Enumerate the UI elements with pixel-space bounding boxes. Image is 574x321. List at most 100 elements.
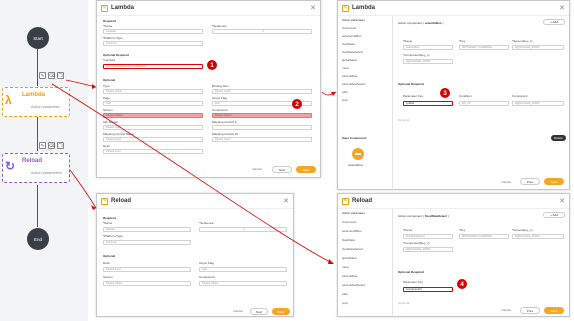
- section-optional: Optional: [103, 78, 116, 82]
- sidebar-item[interactable]: paramMetaSelect: [338, 80, 392, 88]
- reload-node[interactable]: ↻ Reload Action parameters: [2, 153, 70, 183]
- next-button[interactable]: Next: [250, 308, 268, 315]
- sidebar-item[interactable]: fixedDataSelect: [338, 245, 392, 254]
- page-select[interactable]: Null: [103, 101, 203, 106]
- folder-icon[interactable]: ▬: [352, 148, 364, 160]
- name-input[interactable]: selectIdbox: [403, 45, 453, 50]
- component-select[interactable]: Please Select: [212, 113, 312, 118]
- async-select[interactable]: Null: [199, 267, 287, 272]
- component-select[interactable]: Please Select: [199, 281, 287, 286]
- sidebar-item[interactable]: selectionIdBox: [338, 32, 392, 40]
- col-name: *Name: [403, 228, 413, 232]
- prev-button[interactable]: Prev: [520, 307, 540, 314]
- col-name: *Name: [403, 39, 413, 43]
- sidebar-item[interactable]: path: [338, 88, 392, 96]
- add-button[interactable]: + Add: [543, 212, 565, 218]
- sidebar-item[interactable]: fixedData: [338, 40, 392, 48]
- type-select[interactable]: Please select: [103, 89, 203, 94]
- dialog-title: Lambda: [111, 5, 135, 11]
- name-field[interactable]: Reload: [103, 227, 191, 232]
- desc-input[interactable]: Please input: [103, 149, 203, 154]
- component-key-input[interactable]: aQjSchedule_20003: [403, 59, 453, 64]
- cancel-button[interactable]: Cancel: [496, 307, 516, 314]
- tab-screen-input[interactable]: Please Input: [103, 125, 203, 130]
- component-input[interactable]: aQjSchedule_20003: [512, 101, 564, 106]
- save-button[interactable]: Save: [544, 307, 564, 314]
- name-field[interactable]: Lambda: [103, 29, 203, 34]
- screen-input[interactable]: aQjSchedule_20003: [512, 45, 564, 50]
- reload-dialog: ✎ Reload ✕ Required *Name Reload *Sequen…: [96, 193, 294, 317]
- copy-icon[interactable]: ❐: [57, 72, 64, 79]
- param-key-input[interactable]: componentId: [403, 287, 453, 292]
- platform-select[interactable]: Common: [103, 41, 203, 46]
- sidebar-item[interactable]: selectionIdBox: [338, 227, 392, 236]
- sidebar-item[interactable]: paramMeta: [338, 272, 392, 281]
- sidebar-item[interactable]: fixedData: [338, 236, 392, 245]
- key-input[interactable]: 0f6f74a4a1f7-1cad8b66a: [459, 234, 509, 239]
- end-node[interactable]: End: [27, 228, 49, 250]
- save-button[interactable]: Save: [544, 178, 564, 185]
- sidebar-item[interactable]: paramMetaSelect: [338, 281, 392, 290]
- cancel-button[interactable]: Cancel: [247, 166, 267, 173]
- sequence-field[interactable]: 2: [199, 227, 287, 232]
- sidebar-item[interactable]: fixedDataSelect: [338, 48, 392, 56]
- dialog-header: ✎ Reload ✕: [97, 194, 293, 209]
- save-button[interactable]: Save: [272, 308, 290, 315]
- name-input[interactable]: fixedDataSelect: [403, 234, 453, 239]
- mapping-id-input[interactable]: Please Input: [212, 137, 312, 142]
- screen-select[interactable]: Please Select: [103, 113, 203, 118]
- mapping-control-label: Mapping Control #: [212, 120, 237, 124]
- copy-icon[interactable]: ❐: [57, 142, 64, 149]
- sidebar-item[interactable]: customList: [338, 24, 392, 32]
- node-toolbar: ✎ ⌫ ❐: [39, 142, 64, 149]
- saved-component-label: selectIdbox: [348, 163, 364, 167]
- component-header: Action component ( selectIdBox ): [398, 21, 444, 25]
- close-icon[interactable]: ✕: [559, 4, 565, 12]
- save-button[interactable]: Save: [296, 166, 316, 173]
- add-button[interactable]: + Add: [543, 19, 565, 25]
- component-key-input[interactable]: aQjSchedule_20003: [403, 247, 453, 252]
- cancel-button[interactable]: Cancel: [229, 308, 247, 315]
- component-label: Component: [512, 94, 528, 98]
- step-badge-4: 4: [457, 279, 467, 289]
- platform-select[interactable]: Common: [103, 240, 191, 245]
- close-icon[interactable]: ✕: [283, 197, 289, 205]
- close-icon[interactable]: ✕: [559, 197, 565, 205]
- delete-button[interactable]: Delete: [551, 135, 566, 141]
- binding-select[interactable]: Please select: [212, 89, 312, 94]
- lambda-node[interactable]: λ Lambda Action parameter: [2, 87, 70, 117]
- lambda-input[interactable]: selectLambda(xxx#lambdaName): [103, 64, 203, 69]
- key-input[interactable]: 0f6f74a4a1f7-1cad8b66a: [459, 45, 509, 50]
- sidebar-item[interactable]: customList: [338, 218, 392, 227]
- cancel-button[interactable]: Cancel: [496, 179, 516, 186]
- sidebar-item[interactable]: globalMeta: [338, 254, 392, 263]
- edit-icon[interactable]: ✎: [39, 72, 46, 79]
- sequence-field[interactable]: 1: [212, 29, 312, 34]
- sidebar-item[interactable]: meta: [338, 263, 392, 272]
- mapping-control-input[interactable]: [212, 125, 312, 130]
- section-optional: Optional: [398, 118, 410, 122]
- next-button[interactable]: Next: [272, 166, 292, 173]
- sidebar-item[interactable]: prop: [338, 299, 392, 308]
- col-screen: *Screen(key_x): [512, 39, 533, 43]
- section-required: Required: [103, 216, 117, 220]
- lambda-icon: λ: [5, 93, 12, 107]
- delete-icon[interactable]: ⌫: [48, 142, 55, 149]
- edit-icon[interactable]: ✎: [39, 142, 46, 149]
- delete-icon[interactable]: ⌫: [48, 72, 55, 79]
- sidebar-item[interactable]: prop: [338, 96, 392, 104]
- desc-input[interactable]: Please input: [103, 267, 191, 272]
- prev-button[interactable]: Prev: [520, 178, 540, 185]
- sidebar-item[interactable]: globalMeta: [338, 56, 392, 64]
- sidebar-item[interactable]: meta: [338, 64, 392, 72]
- sidebar-item[interactable]: paramMeta: [338, 72, 392, 80]
- sidebar-item[interactable]: path: [338, 290, 392, 299]
- screen-input[interactable]: aQjSchedule_20003: [512, 234, 564, 239]
- close-icon[interactable]: ✕: [310, 4, 316, 12]
- sidebar-heading: Action parameter: [342, 18, 365, 22]
- param-key-input[interactable]: sysDts: [403, 101, 453, 106]
- start-node[interactable]: Start: [27, 27, 49, 49]
- condition-input[interactable]: 5/5_10: [459, 101, 509, 106]
- mapping-name-input[interactable]: Please Input: [103, 137, 203, 142]
- screen-select[interactable]: Please Select: [103, 281, 191, 286]
